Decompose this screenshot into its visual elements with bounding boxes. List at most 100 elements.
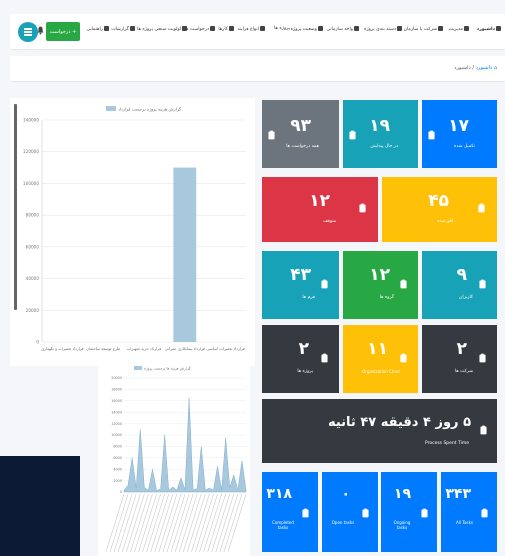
tile-completed-value: ۳۱۸ — [266, 486, 292, 502]
x-tick-label — [121, 493, 141, 553]
menu-toggle-button[interactable] — [18, 22, 38, 42]
x-tick-label — [223, 493, 243, 553]
nav-item-process-types[interactable]: انواع فرایند — [238, 26, 265, 32]
tile-forms-label: فرم ها — [302, 295, 315, 300]
legend-swatch — [106, 106, 116, 111]
tile-stopped[interactable]: ۱۲ متوقف — [262, 177, 378, 242]
tile-ongoing-label: Ongoing tasks — [393, 520, 411, 530]
nav-item-reports[interactable]: گزارشات — [111, 26, 135, 32]
x-tick-label: قرارداد تعمیرات اساسی — [206, 346, 245, 351]
tile-all-tasks-value: ۳۴۳ — [445, 486, 471, 502]
nav-item-help[interactable]: راهنمایی — [87, 26, 109, 32]
x-tick-label — [146, 493, 165, 553]
tile-rejected-label: لغو شده — [437, 219, 453, 224]
tile-process-time-value: ۵ روز ۴ دقیقه ۴۷ ثانیه — [327, 415, 471, 430]
nav-item-tasks[interactable]: کارها — [218, 26, 234, 32]
tasks-icon — [229, 26, 234, 31]
tile-total-requests[interactable]: ۹۳ همه درخواست ها — [262, 100, 339, 168]
tile-ongoing-tasks[interactable]: ۱۹ Ongoing tasks — [381, 472, 437, 552]
tile-open-tasks[interactable]: ۰ Open tasks — [322, 472, 378, 552]
x-tick-label — [187, 493, 206, 553]
tile-forms-value: ۴۳ — [290, 265, 311, 285]
nav-item-priority[interactable]: اولویت سنجی پروژه ها — [137, 26, 187, 32]
nav-item-company[interactable]: شرکت یا سازمان — [404, 26, 443, 32]
tile-groups-value: ۱۲ — [369, 265, 390, 285]
tile-companies[interactable]: ۲ شرکت ها — [422, 325, 497, 393]
x-tick-label — [109, 493, 129, 553]
tile-process-time[interactable]: ۵ روز ۴ دقیقه ۴۷ ثانیه Process Spent Tim… — [262, 399, 497, 463]
tile-forms[interactable]: ۴۳ فرم ها — [262, 251, 339, 319]
x-tick-label — [182, 493, 202, 553]
tile-rejected[interactable]: ۴۵ لغو شده — [382, 177, 497, 242]
nav-item-project-category[interactable]: دسته بندی پروژه — [364, 26, 402, 32]
dashboard-icon — [496, 26, 501, 31]
clipboard-icon — [321, 353, 328, 363]
clipboard-icon — [481, 508, 488, 518]
y-tick-label: 2000 — [113, 479, 122, 483]
tile-total-requests-value: ۹۳ — [290, 116, 311, 136]
y-tick-label: 40000 — [26, 276, 40, 281]
hamburger-icon — [24, 31, 32, 33]
nav-item-org-unit[interactable]: واحد سازمانی — [326, 26, 359, 32]
breadcrumb-home-link[interactable]: داشبورد — [476, 65, 493, 71]
tile-stopped-label: متوقف — [323, 219, 336, 224]
tile-completed-label: Completed tasks — [272, 520, 294, 530]
nav-item-requests[interactable]: درخواست ها — [185, 26, 215, 32]
tile-in-progress[interactable]: ۱۹ در حال پیدایش — [343, 100, 418, 168]
nav-item-projects[interactable]: پروژه ها — [274, 26, 290, 31]
scrollbar[interactable] — [14, 104, 17, 310]
contract-cost-chart-svg: گزارش هزینه پروژه برحسب قرارداد 0 20000 400… — [23, 106, 246, 351]
tile-users-label: کاربران — [459, 295, 473, 300]
report-icon — [130, 26, 135, 31]
clipboard-icon — [400, 279, 407, 289]
tile-groups[interactable]: ۱۲ گروه ها — [343, 251, 418, 319]
home-icon[interactable]: ⌂ — [494, 65, 497, 71]
contract-cost-chart: گزارش هزینه پروژه برحسب قرارداد 0 20000 400… — [10, 98, 255, 366]
y-tick-label: 20000 — [26, 308, 40, 313]
y-tick-label: 12000 — [111, 422, 122, 426]
x-tick-label — [134, 493, 153, 553]
tile-all-tasks-label: All Tasks — [456, 520, 473, 525]
new-request-button[interactable]: + درخواست — [46, 22, 80, 41]
y-tick-label: 16000 — [111, 399, 122, 403]
x-tick-label — [199, 493, 218, 553]
status-icon — [318, 26, 323, 31]
clipboard-icon — [268, 130, 275, 140]
tile-ongoing-value: ۱۹ — [393, 486, 411, 502]
tile-process-time-label: Process Spent Time — [424, 441, 469, 446]
x-tick-label — [130, 493, 149, 553]
x-tick-label: قرارداد پیمانکاری عمرانی — [165, 346, 205, 351]
breadcrumb-trail: ⌂ داشبورد / داشبورد — [454, 65, 497, 71]
y-tick-label: 0 — [36, 340, 39, 345]
x-tick-label — [166, 493, 186, 553]
tile-users[interactable]: ۹ کاربران — [422, 251, 497, 319]
tile-finished[interactable]: ۱۷ تکمیل شده — [422, 100, 497, 168]
nav-item-dashboard[interactable]: داشبورد — [477, 26, 501, 32]
bell-icon[interactable] — [37, 26, 44, 35]
nav-item-project-status[interactable]: وضعیت پروژه — [291, 26, 323, 32]
x-tick-label — [126, 493, 145, 553]
tile-users-value: ۹ — [456, 265, 467, 285]
nav-item-management[interactable]: مدیریت — [449, 26, 469, 32]
x-tick-label — [105, 493, 125, 553]
edit-icon — [210, 26, 215, 31]
tile-open-value: ۰ — [341, 486, 350, 502]
tile-in-progress-label: در حال پیدایش — [370, 144, 398, 149]
y-tick-label: 0 — [120, 490, 122, 494]
tile-in-progress-value: ۱۹ — [369, 116, 390, 136]
x-tick-label — [158, 493, 178, 553]
clipboard-icon — [349, 130, 356, 140]
tile-completed-tasks[interactable]: ۳۱۸ Completed tasks — [262, 472, 318, 552]
building-icon — [438, 26, 443, 31]
help-icon — [104, 26, 109, 31]
bar — [173, 167, 197, 342]
y-tick-label: 140000 — [23, 118, 39, 123]
x-tick-label — [211, 493, 231, 553]
x-tick-label — [178, 493, 198, 553]
tile-all-tasks[interactable]: ۳۴۳ All Tasks — [441, 472, 497, 552]
sitemap-icon — [354, 26, 359, 31]
tile-projects[interactable]: ۲ پروژه ها — [262, 325, 339, 393]
y-tick-label: 4000 — [113, 467, 122, 471]
tile-org-chart[interactable]: ۱۱ Organization Chart — [343, 325, 418, 393]
y-tick-label: 60000 — [26, 244, 40, 249]
